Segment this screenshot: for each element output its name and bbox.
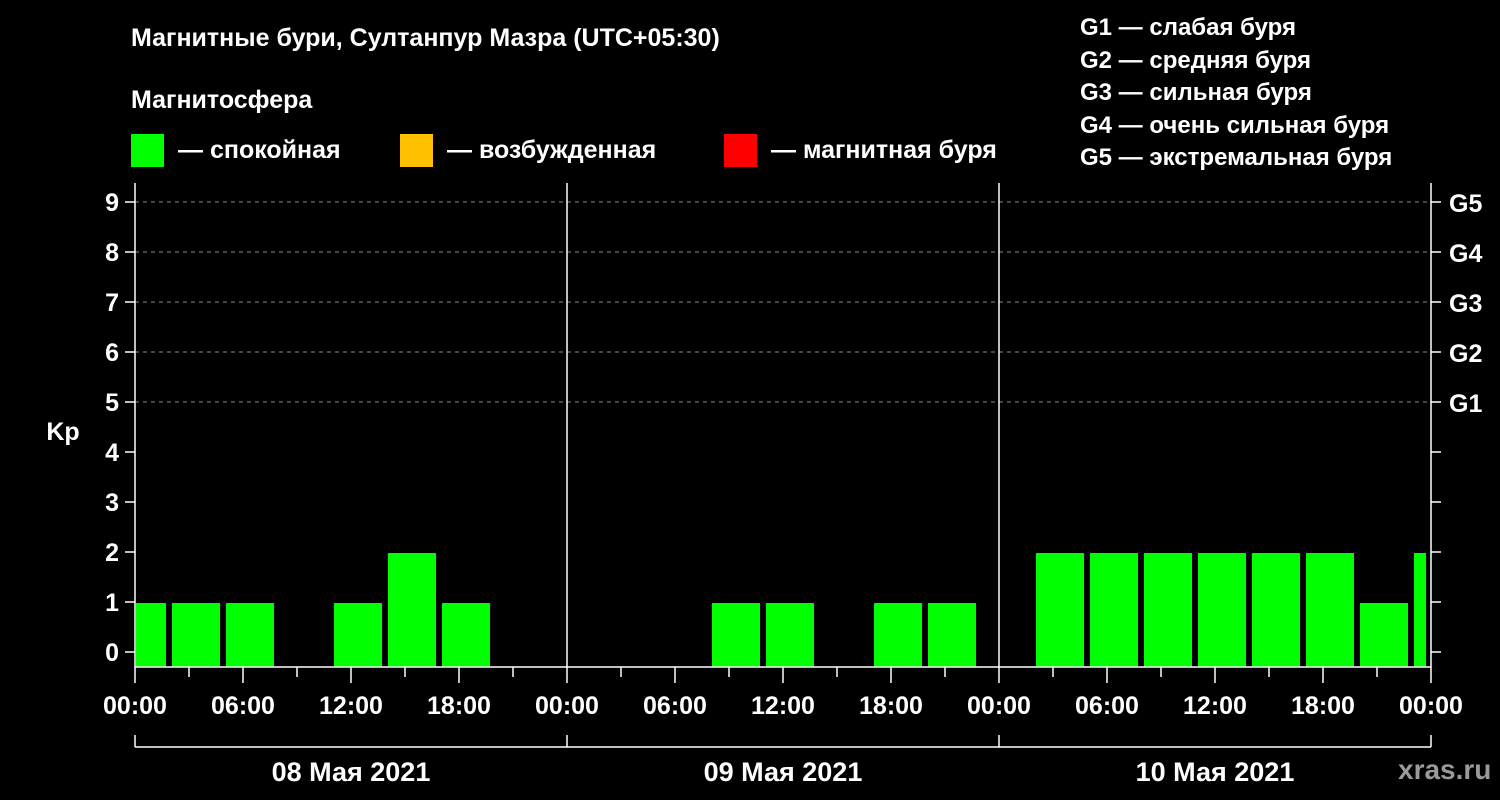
x-tick-label-0: 00:00 xyxy=(103,692,167,720)
kp-bar-20 xyxy=(1198,553,1246,667)
kp-bar-23 xyxy=(1360,603,1408,667)
kp-bar-21 xyxy=(1252,553,1300,667)
y-tick-label-1: 1 xyxy=(105,589,119,617)
x-tick-label-6: 12:00 xyxy=(751,692,815,720)
kp-bar-19 xyxy=(1144,553,1192,667)
x-tick-label-11: 18:00 xyxy=(1291,692,1355,720)
y-tick-label-2: 2 xyxy=(105,539,119,567)
y-tick-label-4: 4 xyxy=(105,439,119,467)
y-tick-label-9: 9 xyxy=(105,189,119,217)
kp-bar-2 xyxy=(226,603,274,667)
g-level-label-g2: G2 xyxy=(1449,340,1482,368)
kp-bar-22 xyxy=(1306,553,1354,667)
g-level-label-g1: G1 xyxy=(1449,390,1482,418)
g-level-label-g4: G4 xyxy=(1449,240,1482,268)
kp-bar-11 xyxy=(712,603,760,667)
kp-bar-5 xyxy=(388,553,436,667)
y-tick-label-0: 0 xyxy=(105,639,119,667)
y-tick-label-6: 6 xyxy=(105,339,119,367)
x-tick-label-12: 00:00 xyxy=(1399,692,1463,720)
day-label-1: 09 Мая 2021 xyxy=(704,757,863,787)
x-tick-label-1: 06:00 xyxy=(211,692,275,720)
kp-bar-15 xyxy=(928,603,976,667)
y-tick-label-3: 3 xyxy=(105,489,119,517)
kp-bar-1 xyxy=(172,603,220,667)
day-label-0: 08 Мая 2021 xyxy=(272,757,431,787)
y-tick-label-5: 5 xyxy=(105,389,119,417)
g-level-label-g3: G3 xyxy=(1449,290,1482,318)
x-tick-label-2: 12:00 xyxy=(319,692,383,720)
kp-bar-18 xyxy=(1090,553,1138,667)
y-tick-label-7: 7 xyxy=(105,289,119,317)
kp-bar-17 xyxy=(1036,553,1084,667)
x-tick-label-3: 18:00 xyxy=(427,692,491,720)
kp-bar-4 xyxy=(334,603,382,667)
x-tick-label-8: 00:00 xyxy=(967,692,1031,720)
day-label-2: 10 Мая 2021 xyxy=(1136,757,1295,787)
kp-bar-24 xyxy=(1414,553,1426,667)
kp-bar-12 xyxy=(766,603,814,667)
x-tick-label-9: 06:00 xyxy=(1075,692,1139,720)
x-tick-label-10: 12:00 xyxy=(1183,692,1247,720)
x-tick-label-4: 00:00 xyxy=(535,692,599,720)
kp-bar-6 xyxy=(442,603,490,667)
g-level-label-g5: G5 xyxy=(1449,190,1482,218)
x-tick-label-5: 06:00 xyxy=(643,692,707,720)
y-axis-label: Kp xyxy=(46,418,79,446)
x-tick-label-7: 18:00 xyxy=(859,692,923,720)
kp-bar-0 xyxy=(136,603,166,667)
kp-chart: 0 1 2 3 4 5 6 7 8 9 G1 G2 G3 G4 G5 Kp 00:00 06:00 12:00 18:… xyxy=(46,183,1482,787)
y-tick-label-8: 8 xyxy=(105,239,119,267)
kp-bar-14 xyxy=(874,603,922,667)
watermark: xras.ru xyxy=(1398,754,1492,785)
